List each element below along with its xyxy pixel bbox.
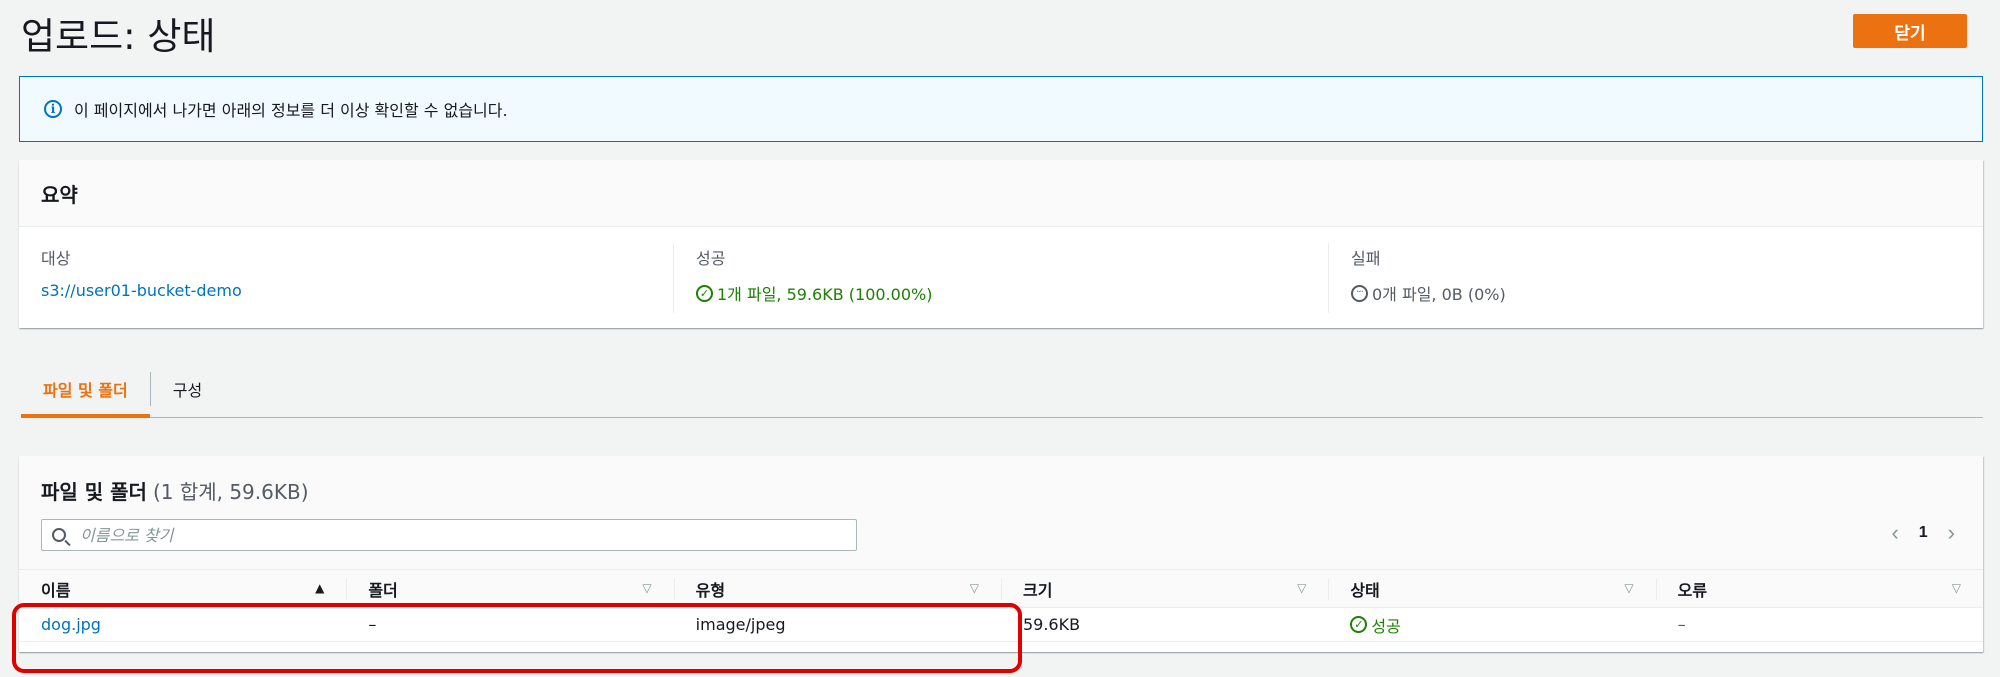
file-type: image/jpeg [673,607,1001,642]
summary-success: 성공 ✓ 1개 파일, 59.6KB (100.00%) [673,243,1328,313]
file-name-link[interactable]: dog.jpg [41,615,101,634]
column-error[interactable]: 오류 ▽ [1655,569,1983,608]
info-icon: i [44,100,62,118]
column-folder-label: 폴더 [368,580,398,600]
tab-bar: 파일 및 폴더 구성 [21,360,1983,418]
chevron-left-icon[interactable]: ‹ [1891,520,1898,546]
sort-icon[interactable]: ▽ [970,581,979,595]
info-alert: i 이 페이지에서 나가면 아래의 정보를 더 이상 확인할 수 없습니다. [19,76,1983,142]
column-name[interactable]: 이름 ▲ [19,569,347,608]
failure-label: 실패 [1351,249,1381,268]
files-panel: 파일 및 폴더(1 합계, 59.6KB) ‹ 1 › 이름 ▲ 폴더 ▽ 유형 ▽ … [19,456,1983,652]
pagination: ‹ 1 › [1891,520,1955,546]
check-circle-icon: ✓ [696,284,713,302]
success-value: 1개 파일, 59.6KB (100.00%) [717,285,933,304]
close-button[interactable]: 닫기 [1853,14,1967,48]
search-icon [52,528,66,542]
column-type-label: 유형 [695,580,726,600]
column-name-label: 이름 [41,580,71,600]
sort-icon[interactable]: ▽ [1952,581,1961,595]
summary-header: 요약 [19,160,1983,227]
chevron-right-icon[interactable]: › [1948,520,1955,546]
column-folder[interactable]: 폴더 ▽ [346,569,674,608]
destination-link[interactable]: s3://user01-bucket-demo [41,281,242,300]
file-status-text: 성공 [1371,616,1401,636]
sort-ascending-icon[interactable]: ▲ [315,581,324,595]
sort-icon[interactable]: ▽ [1297,581,1306,595]
tab-files-folders[interactable]: 파일 및 폴더 [21,360,150,418]
pending-circle-icon: ··· [1351,284,1368,302]
destination-label: 대상 [41,249,71,268]
sort-icon[interactable]: ▽ [1624,581,1633,595]
column-size-label: 크기 [1022,580,1053,600]
tab-configuration[interactable]: 구성 [151,360,224,418]
check-circle-icon: ✓ [1350,616,1368,633]
column-size[interactable]: 크기 ▽ [1000,569,1329,608]
alert-text: 이 페이지에서 나가면 아래의 정보를 더 이상 확인할 수 없습니다. [74,101,508,120]
file-status: ✓ 성공 [1328,607,1656,642]
column-status-label: 상태 [1350,580,1380,600]
table-row: dog.jpg – image/jpeg 59.6KB ✓ 성공 – [19,607,1983,642]
file-folder: – [346,607,674,642]
column-type[interactable]: 유형 ▽ [673,569,1001,608]
summary-destination: 대상 s3://user01-bucket-demo [19,243,673,313]
file-size: 59.6KB [1000,607,1329,642]
success-label: 성공 [696,249,726,268]
page-number[interactable]: 1 [1919,524,1928,542]
file-error: – [1655,607,1983,642]
search-input[interactable] [80,525,856,545]
files-title-text: 파일 및 폴더 [41,480,147,504]
sort-icon[interactable]: ▽ [642,581,651,595]
files-title: 파일 및 폴더 (1 합계, 59.6KB) [41,476,309,505]
column-status[interactable]: 상태 ▽ [1328,569,1656,608]
files-table: 이름 ▲ 폴더 ▽ 유형 ▽ 크기 ▽ 상태 ▽ 오류 ▽ dog.jpg – image/… [19,569,1983,642]
failure-value: 0개 파일, 0B (0%) [1372,285,1506,304]
files-count: (1 합계, 59.6KB) [152,480,309,504]
page-title: 업로드: 상태 [21,15,216,58]
summary-title: 요약 [41,182,78,207]
summary-panel: 요약 대상 s3://user01-bucket-demo 성공 ✓ 1개 파일… [19,160,1983,328]
column-error-label: 오류 [1677,580,1708,600]
search-box[interactable] [41,519,857,551]
summary-failure: 실패 ··· 0개 파일, 0B (0%) [1328,243,1983,313]
